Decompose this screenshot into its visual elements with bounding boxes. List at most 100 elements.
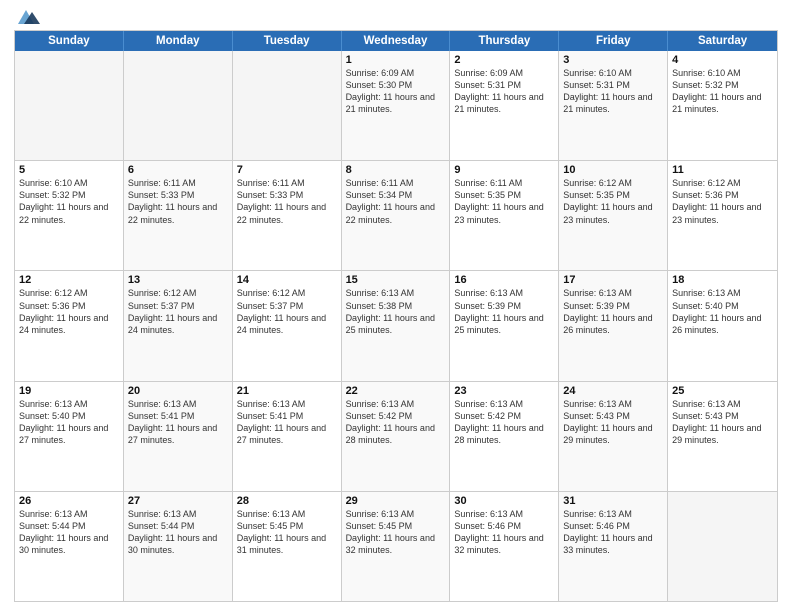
day-cell-28: 28Sunrise: 6:13 AMSunset: 5:45 PMDayligh… — [233, 492, 342, 601]
cell-info: Sunrise: 6:10 AMSunset: 5:32 PMDaylight:… — [672, 67, 773, 116]
day-number: 31 — [563, 495, 663, 507]
day-number: 16 — [454, 274, 554, 286]
day-cell-25: 25Sunrise: 6:13 AMSunset: 5:43 PMDayligh… — [668, 382, 777, 491]
cell-info: Sunrise: 6:13 AMSunset: 5:42 PMDaylight:… — [346, 398, 446, 447]
day-cell-17: 17Sunrise: 6:13 AMSunset: 5:39 PMDayligh… — [559, 271, 668, 380]
day-cell-18: 18Sunrise: 6:13 AMSunset: 5:40 PMDayligh… — [668, 271, 777, 380]
day-cell-4: 4Sunrise: 6:10 AMSunset: 5:32 PMDaylight… — [668, 51, 777, 160]
day-cell-9: 9Sunrise: 6:11 AMSunset: 5:35 PMDaylight… — [450, 161, 559, 270]
cell-info: Sunrise: 6:13 AMSunset: 5:46 PMDaylight:… — [563, 508, 663, 557]
cell-info: Sunrise: 6:11 AMSunset: 5:35 PMDaylight:… — [454, 177, 554, 226]
day-number: 25 — [672, 385, 773, 397]
day-cell-6: 6Sunrise: 6:11 AMSunset: 5:33 PMDaylight… — [124, 161, 233, 270]
day-number: 21 — [237, 385, 337, 397]
day-cell-23: 23Sunrise: 6:13 AMSunset: 5:42 PMDayligh… — [450, 382, 559, 491]
day-number: 26 — [19, 495, 119, 507]
day-cell-11: 11Sunrise: 6:12 AMSunset: 5:36 PMDayligh… — [668, 161, 777, 270]
weekday-header-saturday: Saturday — [668, 31, 777, 51]
weekday-header-wednesday: Wednesday — [342, 31, 451, 51]
day-number: 4 — [672, 54, 773, 66]
day-number: 13 — [128, 274, 228, 286]
day-number: 27 — [128, 495, 228, 507]
empty-cell — [233, 51, 342, 160]
day-number: 29 — [346, 495, 446, 507]
day-number: 15 — [346, 274, 446, 286]
empty-cell — [668, 492, 777, 601]
day-number: 18 — [672, 274, 773, 286]
cell-info: Sunrise: 6:13 AMSunset: 5:46 PMDaylight:… — [454, 508, 554, 557]
calendar-row-3: 19Sunrise: 6:13 AMSunset: 5:40 PMDayligh… — [15, 381, 777, 491]
day-number: 3 — [563, 54, 663, 66]
cell-info: Sunrise: 6:13 AMSunset: 5:42 PMDaylight:… — [454, 398, 554, 447]
day-number: 1 — [346, 54, 446, 66]
day-number: 2 — [454, 54, 554, 66]
cell-info: Sunrise: 6:13 AMSunset: 5:44 PMDaylight:… — [19, 508, 119, 557]
day-cell-27: 27Sunrise: 6:13 AMSunset: 5:44 PMDayligh… — [124, 492, 233, 601]
day-number: 28 — [237, 495, 337, 507]
cell-info: Sunrise: 6:12 AMSunset: 5:36 PMDaylight:… — [19, 287, 119, 336]
day-cell-12: 12Sunrise: 6:12 AMSunset: 5:36 PMDayligh… — [15, 271, 124, 380]
day-number: 12 — [19, 274, 119, 286]
cell-info: Sunrise: 6:13 AMSunset: 5:40 PMDaylight:… — [672, 287, 773, 336]
cell-info: Sunrise: 6:13 AMSunset: 5:45 PMDaylight:… — [237, 508, 337, 557]
day-number: 10 — [563, 164, 663, 176]
day-number: 7 — [237, 164, 337, 176]
day-cell-7: 7Sunrise: 6:11 AMSunset: 5:33 PMDaylight… — [233, 161, 342, 270]
cell-info: Sunrise: 6:12 AMSunset: 5:35 PMDaylight:… — [563, 177, 663, 226]
page: SundayMondayTuesdayWednesdayThursdayFrid… — [0, 0, 792, 612]
cell-info: Sunrise: 6:09 AMSunset: 5:30 PMDaylight:… — [346, 67, 446, 116]
day-number: 14 — [237, 274, 337, 286]
day-cell-24: 24Sunrise: 6:13 AMSunset: 5:43 PMDayligh… — [559, 382, 668, 491]
day-number: 24 — [563, 385, 663, 397]
day-cell-22: 22Sunrise: 6:13 AMSunset: 5:42 PMDayligh… — [342, 382, 451, 491]
logo — [14, 10, 40, 24]
empty-cell — [15, 51, 124, 160]
calendar-row-0: 1Sunrise: 6:09 AMSunset: 5:30 PMDaylight… — [15, 51, 777, 160]
day-cell-20: 20Sunrise: 6:13 AMSunset: 5:41 PMDayligh… — [124, 382, 233, 491]
cell-info: Sunrise: 6:10 AMSunset: 5:32 PMDaylight:… — [19, 177, 119, 226]
logo-icon — [18, 10, 40, 24]
cell-info: Sunrise: 6:11 AMSunset: 5:33 PMDaylight:… — [128, 177, 228, 226]
cell-info: Sunrise: 6:12 AMSunset: 5:37 PMDaylight:… — [237, 287, 337, 336]
day-number: 19 — [19, 385, 119, 397]
cell-info: Sunrise: 6:13 AMSunset: 5:41 PMDaylight:… — [237, 398, 337, 447]
day-cell-10: 10Sunrise: 6:12 AMSunset: 5:35 PMDayligh… — [559, 161, 668, 270]
day-cell-2: 2Sunrise: 6:09 AMSunset: 5:31 PMDaylight… — [450, 51, 559, 160]
empty-cell — [124, 51, 233, 160]
day-number: 6 — [128, 164, 228, 176]
day-cell-21: 21Sunrise: 6:13 AMSunset: 5:41 PMDayligh… — [233, 382, 342, 491]
weekday-header-monday: Monday — [124, 31, 233, 51]
cell-info: Sunrise: 6:13 AMSunset: 5:45 PMDaylight:… — [346, 508, 446, 557]
day-number: 22 — [346, 385, 446, 397]
header — [14, 10, 778, 24]
cell-info: Sunrise: 6:13 AMSunset: 5:41 PMDaylight:… — [128, 398, 228, 447]
calendar-row-2: 12Sunrise: 6:12 AMSunset: 5:36 PMDayligh… — [15, 270, 777, 380]
cell-info: Sunrise: 6:13 AMSunset: 5:39 PMDaylight:… — [563, 287, 663, 336]
day-number: 8 — [346, 164, 446, 176]
day-cell-26: 26Sunrise: 6:13 AMSunset: 5:44 PMDayligh… — [15, 492, 124, 601]
day-number: 9 — [454, 164, 554, 176]
day-number: 20 — [128, 385, 228, 397]
day-cell-16: 16Sunrise: 6:13 AMSunset: 5:39 PMDayligh… — [450, 271, 559, 380]
day-number: 23 — [454, 385, 554, 397]
cell-info: Sunrise: 6:13 AMSunset: 5:38 PMDaylight:… — [346, 287, 446, 336]
cell-info: Sunrise: 6:10 AMSunset: 5:31 PMDaylight:… — [563, 67, 663, 116]
weekday-header-tuesday: Tuesday — [233, 31, 342, 51]
day-number: 11 — [672, 164, 773, 176]
day-cell-5: 5Sunrise: 6:10 AMSunset: 5:32 PMDaylight… — [15, 161, 124, 270]
weekday-header-thursday: Thursday — [450, 31, 559, 51]
cell-info: Sunrise: 6:11 AMSunset: 5:34 PMDaylight:… — [346, 177, 446, 226]
day-number: 30 — [454, 495, 554, 507]
day-number: 17 — [563, 274, 663, 286]
cell-info: Sunrise: 6:11 AMSunset: 5:33 PMDaylight:… — [237, 177, 337, 226]
cell-info: Sunrise: 6:12 AMSunset: 5:36 PMDaylight:… — [672, 177, 773, 226]
calendar-row-4: 26Sunrise: 6:13 AMSunset: 5:44 PMDayligh… — [15, 491, 777, 601]
day-cell-3: 3Sunrise: 6:10 AMSunset: 5:31 PMDaylight… — [559, 51, 668, 160]
calendar-body: 1Sunrise: 6:09 AMSunset: 5:30 PMDaylight… — [15, 51, 777, 601]
day-cell-8: 8Sunrise: 6:11 AMSunset: 5:34 PMDaylight… — [342, 161, 451, 270]
day-number: 5 — [19, 164, 119, 176]
day-cell-19: 19Sunrise: 6:13 AMSunset: 5:40 PMDayligh… — [15, 382, 124, 491]
cell-info: Sunrise: 6:13 AMSunset: 5:43 PMDaylight:… — [563, 398, 663, 447]
cell-info: Sunrise: 6:13 AMSunset: 5:43 PMDaylight:… — [672, 398, 773, 447]
calendar-row-1: 5Sunrise: 6:10 AMSunset: 5:32 PMDaylight… — [15, 160, 777, 270]
